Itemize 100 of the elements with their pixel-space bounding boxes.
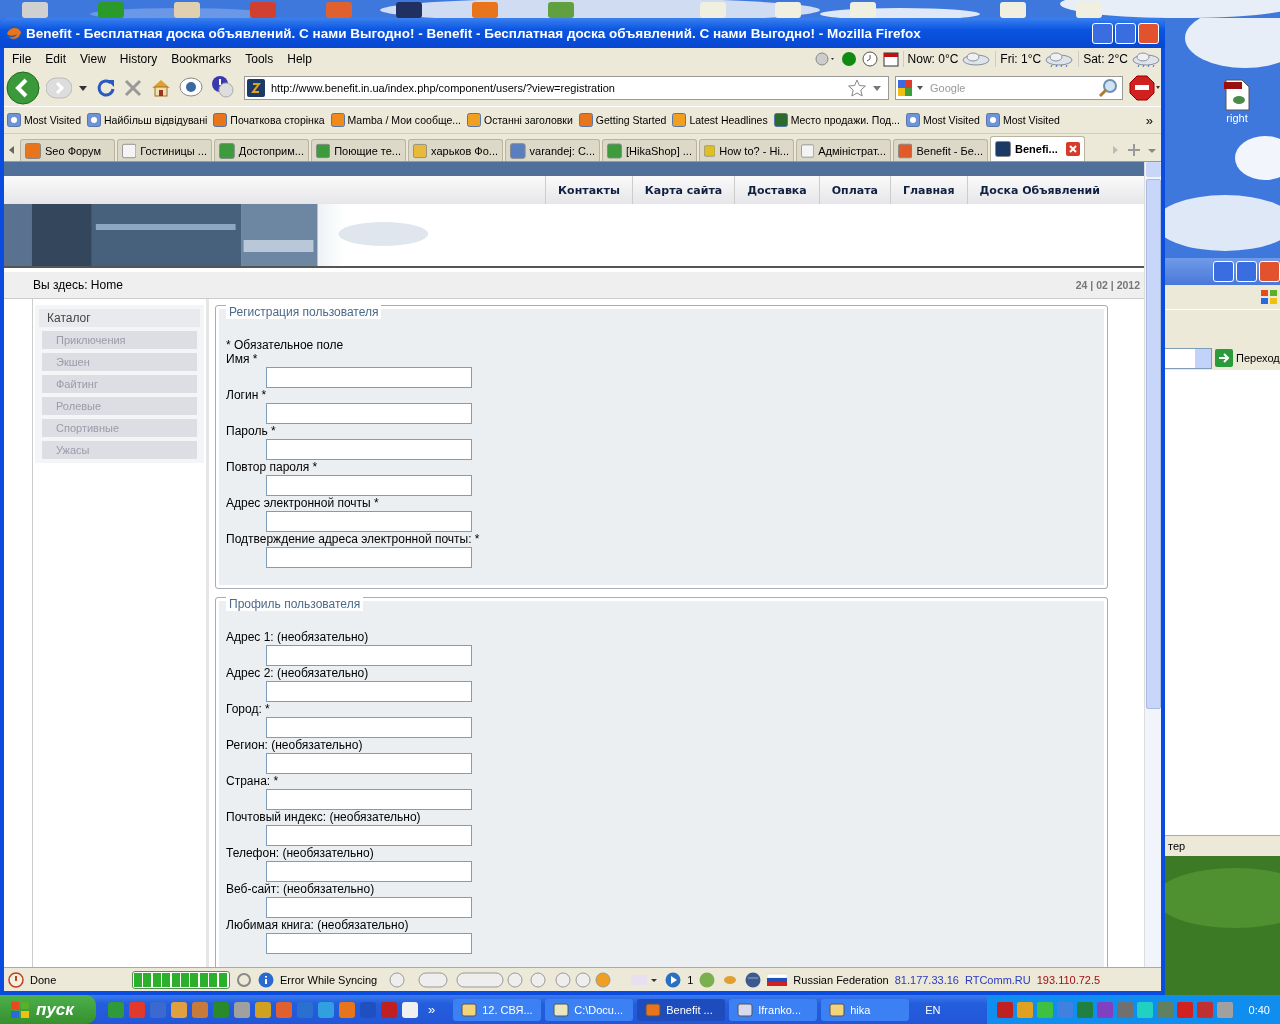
maximize-icon[interactable] bbox=[1236, 261, 1257, 282]
tray-icon[interactable] bbox=[1156, 1001, 1173, 1018]
dropdown-icon[interactable] bbox=[78, 83, 88, 93]
input-field[interactable] bbox=[266, 897, 472, 918]
tab[interactable]: [HikaShop] ... bbox=[602, 139, 697, 161]
back-icon[interactable] bbox=[6, 71, 40, 105]
menu-item[interactable]: File bbox=[7, 52, 37, 66]
go-button[interactable]: Переход bbox=[1236, 352, 1280, 364]
info-icon[interactable] bbox=[258, 971, 274, 988]
bookmark-item[interactable]: Останні заголовки bbox=[467, 113, 573, 127]
bookmark-item[interactable]: Most Visited bbox=[985, 113, 1060, 127]
input-field[interactable] bbox=[266, 403, 472, 424]
rain-cloud-icon[interactable] bbox=[1131, 51, 1161, 67]
tab[interactable]: How to? - Hi... bbox=[699, 139, 794, 161]
star-icon[interactable] bbox=[848, 79, 866, 97]
bookmark-item[interactable]: Початкова сторінка bbox=[213, 113, 325, 127]
tab[interactable]: Benefi... bbox=[990, 136, 1085, 161]
calendar-icon[interactable] bbox=[882, 51, 899, 67]
tab[interactable]: Benefit - Бе... bbox=[893, 139, 988, 161]
menu-item[interactable]: Edit bbox=[40, 52, 72, 66]
tab[interactable]: Достоприм... bbox=[214, 139, 309, 161]
search-engine-icon[interactable] bbox=[896, 78, 926, 98]
input-field[interactable] bbox=[266, 681, 472, 702]
status-dot-icon[interactable] bbox=[840, 51, 857, 67]
input-field[interactable] bbox=[266, 753, 472, 774]
address-field[interactable]: http://www.benefit.in.ua/index.php/component/users/?view=registration bbox=[244, 76, 889, 100]
launch-icon[interactable] bbox=[234, 1001, 250, 1018]
tab[interactable]: Гостиницы ... bbox=[117, 139, 212, 161]
weather-text[interactable]: Sat: 2°C bbox=[1083, 52, 1128, 66]
menu-item[interactable]: View bbox=[75, 52, 111, 66]
input-field[interactable] bbox=[266, 439, 472, 460]
taskbar-button[interactable]: C:\Docu... bbox=[545, 998, 634, 1021]
close-icon[interactable] bbox=[1259, 261, 1280, 282]
menu-item[interactable]: Tools bbox=[240, 52, 279, 66]
bookmark-item[interactable]: Most Visited bbox=[905, 113, 980, 127]
menu-item[interactable]: Help bbox=[282, 52, 317, 66]
input-field[interactable] bbox=[266, 367, 472, 388]
taskbar-button[interactable]: 12. СВЯ... bbox=[453, 998, 542, 1021]
tray-icon[interactable] bbox=[1096, 1001, 1113, 1018]
taskbar-button[interactable]: Benefit ... bbox=[637, 998, 726, 1021]
tray-icon[interactable] bbox=[1216, 1001, 1233, 1018]
minimize-icon[interactable] bbox=[1092, 22, 1113, 44]
tray-icon[interactable] bbox=[1176, 1001, 1193, 1018]
input-field[interactable] bbox=[266, 547, 472, 568]
input-field[interactable] bbox=[266, 717, 472, 738]
dropdown-icon[interactable] bbox=[872, 83, 882, 93]
stop-icon[interactable] bbox=[122, 77, 144, 99]
bookmark-item[interactable]: Место продажи. Под... bbox=[773, 113, 900, 127]
tab[interactable]: Поющие те... bbox=[311, 139, 406, 161]
taskbar-button[interactable]: hika bbox=[821, 998, 910, 1021]
language-indicator[interactable]: EN bbox=[925, 1003, 966, 1016]
tab[interactable]: Seo Форум bbox=[20, 139, 115, 161]
bookmark-item[interactable]: Mamba / Мои сообще... bbox=[330, 113, 461, 127]
menu-item[interactable]: History bbox=[114, 52, 163, 66]
tab[interactable]: varandej: C... bbox=[505, 139, 600, 161]
sync-icon[interactable] bbox=[236, 971, 252, 988]
launch-icon[interactable] bbox=[171, 1001, 187, 1018]
input-field[interactable] bbox=[266, 861, 472, 882]
more-bookmarks-button[interactable]: » bbox=[1140, 112, 1158, 128]
search-icon[interactable] bbox=[1098, 78, 1118, 98]
maximize-icon[interactable] bbox=[1115, 22, 1136, 44]
forward-icon[interactable] bbox=[46, 76, 72, 100]
scrollbar[interactable] bbox=[1144, 162, 1161, 967]
bookmark-item[interactable]: Most Visited bbox=[7, 113, 81, 127]
tray-icon[interactable] bbox=[996, 1001, 1013, 1018]
tray-icon[interactable] bbox=[1076, 1001, 1093, 1018]
play-icon[interactable] bbox=[665, 971, 682, 988]
bookmark-item[interactable]: Latest Headlines bbox=[672, 113, 768, 127]
close-icon[interactable] bbox=[1066, 142, 1080, 156]
input-field[interactable] bbox=[266, 933, 472, 954]
tray-icon[interactable] bbox=[1136, 1001, 1153, 1018]
minimize-icon[interactable] bbox=[1213, 261, 1234, 282]
bookmark-item[interactable]: Найбільш відвідувані bbox=[87, 113, 208, 127]
launch-icon[interactable] bbox=[255, 1001, 271, 1018]
tray-icon[interactable] bbox=[1196, 1001, 1213, 1018]
close-icon[interactable] bbox=[1138, 22, 1159, 44]
input-field[interactable] bbox=[266, 645, 472, 666]
rain-cloud-icon[interactable] bbox=[1044, 51, 1075, 67]
input-field[interactable] bbox=[266, 475, 472, 496]
stop-sign-icon[interactable] bbox=[1129, 75, 1161, 101]
tray-icon[interactable] bbox=[1116, 1001, 1133, 1018]
menu-item[interactable]: Bookmarks bbox=[166, 52, 237, 66]
weather-text[interactable]: Fri: 1°C bbox=[1000, 52, 1042, 66]
clock-icon[interactable] bbox=[860, 51, 879, 67]
tab[interactable]: Адміністрат... bbox=[796, 139, 891, 161]
taskbar-button[interactable]: Ifranko... bbox=[729, 998, 818, 1021]
input-field[interactable] bbox=[266, 825, 472, 846]
tray-icon[interactable] bbox=[1036, 1001, 1053, 1018]
cloud-icon[interactable] bbox=[961, 51, 992, 67]
tray-icon[interactable] bbox=[1016, 1001, 1033, 1018]
input-field[interactable] bbox=[266, 789, 472, 810]
weather-text[interactable]: Now: 0°C bbox=[907, 52, 959, 66]
icon-label[interactable]: right bbox=[1226, 112, 1248, 124]
coin-icon[interactable] bbox=[699, 971, 716, 988]
image-file-icon[interactable] bbox=[1222, 78, 1252, 112]
home-icon[interactable] bbox=[150, 77, 172, 99]
bookmark-item[interactable]: Getting Started bbox=[578, 113, 667, 127]
launch-icon[interactable] bbox=[402, 1001, 418, 1018]
tab[interactable]: харьков Фо... bbox=[408, 139, 503, 161]
input-field[interactable] bbox=[266, 511, 472, 532]
